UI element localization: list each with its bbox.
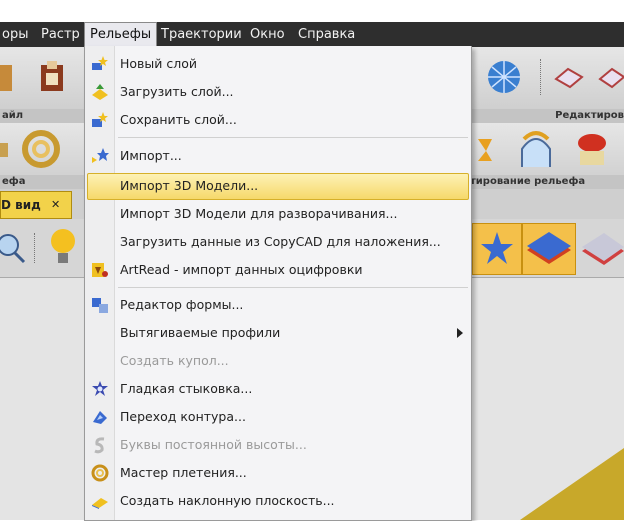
menu-help[interactable]: Справка [293, 22, 360, 47]
relief-edit-icon[interactable] [472, 131, 500, 167]
menu-item-load-copycad[interactable]: Загрузить данные из CopyCAD для наложени… [85, 228, 471, 256]
menu-item-extruded-profiles[interactable]: Вытягиваемые профили [85, 319, 471, 347]
menu-item-import-3d-model[interactable]: Импорт 3D Модели... [85, 172, 471, 200]
menu-item-create-dome: Создать купол... [120, 353, 229, 368]
menu-item-inclined-plane[interactable]: Создать наклонную плоскость... [85, 487, 471, 515]
tool-icon[interactable] [0, 61, 14, 95]
artread-icon [92, 263, 108, 277]
star-relief-icon [481, 232, 513, 264]
zoom-icon[interactable] [0, 231, 28, 265]
menu-window[interactable]: Окно [245, 22, 290, 47]
menu-item-constant-height-letters: Буквы постоянной высоты... [85, 431, 471, 459]
contour-transition-icon [93, 411, 107, 424]
toolbar-divider [34, 233, 36, 263]
menu-item-import-3d-unfold[interactable]: Импорт 3D Модели для разворачивания... [85, 200, 471, 228]
weave-wizard-icon [91, 464, 109, 482]
load-layer-icon [92, 84, 108, 100]
save-layer-icon [92, 112, 108, 127]
edit-shape2-icon[interactable] [596, 63, 624, 93]
smooth-join-icon [92, 381, 108, 396]
menu-item-artread[interactable]: ArtRead - импорт данных оцифровки [85, 256, 471, 284]
inclined-plane-icon [92, 498, 108, 509]
submenu-arrow-icon [457, 328, 463, 338]
menu-reliefs[interactable]: Рельефы [84, 22, 158, 47]
shape-editor-icon [92, 298, 108, 313]
weave-icon[interactable] [20, 129, 62, 169]
lightbulb-icon[interactable] [48, 225, 78, 269]
menu-toolpaths[interactable]: Траектории [156, 22, 247, 47]
title-area [0, 0, 624, 22]
constant-height-letters-icon [94, 437, 105, 454]
menu-item-weave-wizard[interactable]: Мастер плетения... [85, 459, 471, 487]
document-tab[interactable]: D вид ✕ [0, 191, 72, 219]
relief-hat-icon[interactable] [572, 129, 612, 169]
reliefs-dropdown-menu: Новый слой Загрузить слой... Сохранить с… [84, 46, 472, 521]
open-model-icon[interactable] [38, 59, 68, 95]
menu-item-import[interactable]: Импорт... [85, 142, 471, 170]
ribbon-divider [540, 59, 542, 95]
menu-bar: оры Растр Рельефы Траектории Окно Справк… [0, 22, 624, 47]
menu-item-smooth-join[interactable]: Гладкая стыковка... [85, 375, 471, 403]
menu-partial-item[interactable]: оры [0, 22, 33, 47]
menu-item-load-layer[interactable]: Загрузить слой... [85, 78, 471, 106]
close-icon[interactable]: ✕ [51, 192, 60, 218]
layer-button[interactable] [522, 223, 576, 275]
ribbon-group-label-right: Редактиров [470, 109, 624, 123]
menu-item-contour-transition[interactable]: Переход контура... [85, 403, 471, 431]
menu-raster[interactable]: Растр [36, 22, 85, 47]
ribbon-group-label-left: айл [0, 109, 86, 123]
menu-item-shape-editor[interactable]: Редактор формы... [85, 291, 471, 319]
menu-item-save-layer[interactable]: Сохранить слой... [85, 106, 471, 134]
layer2-icon[interactable] [580, 229, 624, 269]
relief-arc-icon[interactable] [516, 127, 556, 171]
edit-shape-icon[interactable] [552, 63, 586, 93]
layer-icon [527, 232, 571, 264]
ribbon-row2-label-right: тирование рельефа [470, 175, 624, 189]
ribbon-row2-label-left: ефа [0, 175, 86, 189]
mesh-sphere-icon[interactable] [486, 59, 522, 95]
import-icon [92, 148, 109, 163]
menu-separator [118, 287, 468, 288]
menu-item-new-layer[interactable]: Новый слой [85, 50, 471, 78]
star-relief-button[interactable] [472, 223, 522, 275]
new-layer-icon [92, 56, 108, 70]
document-tab-label: D вид [1, 198, 41, 212]
tool-partial-icon[interactable] [0, 135, 10, 165]
menu-separator [118, 137, 468, 138]
